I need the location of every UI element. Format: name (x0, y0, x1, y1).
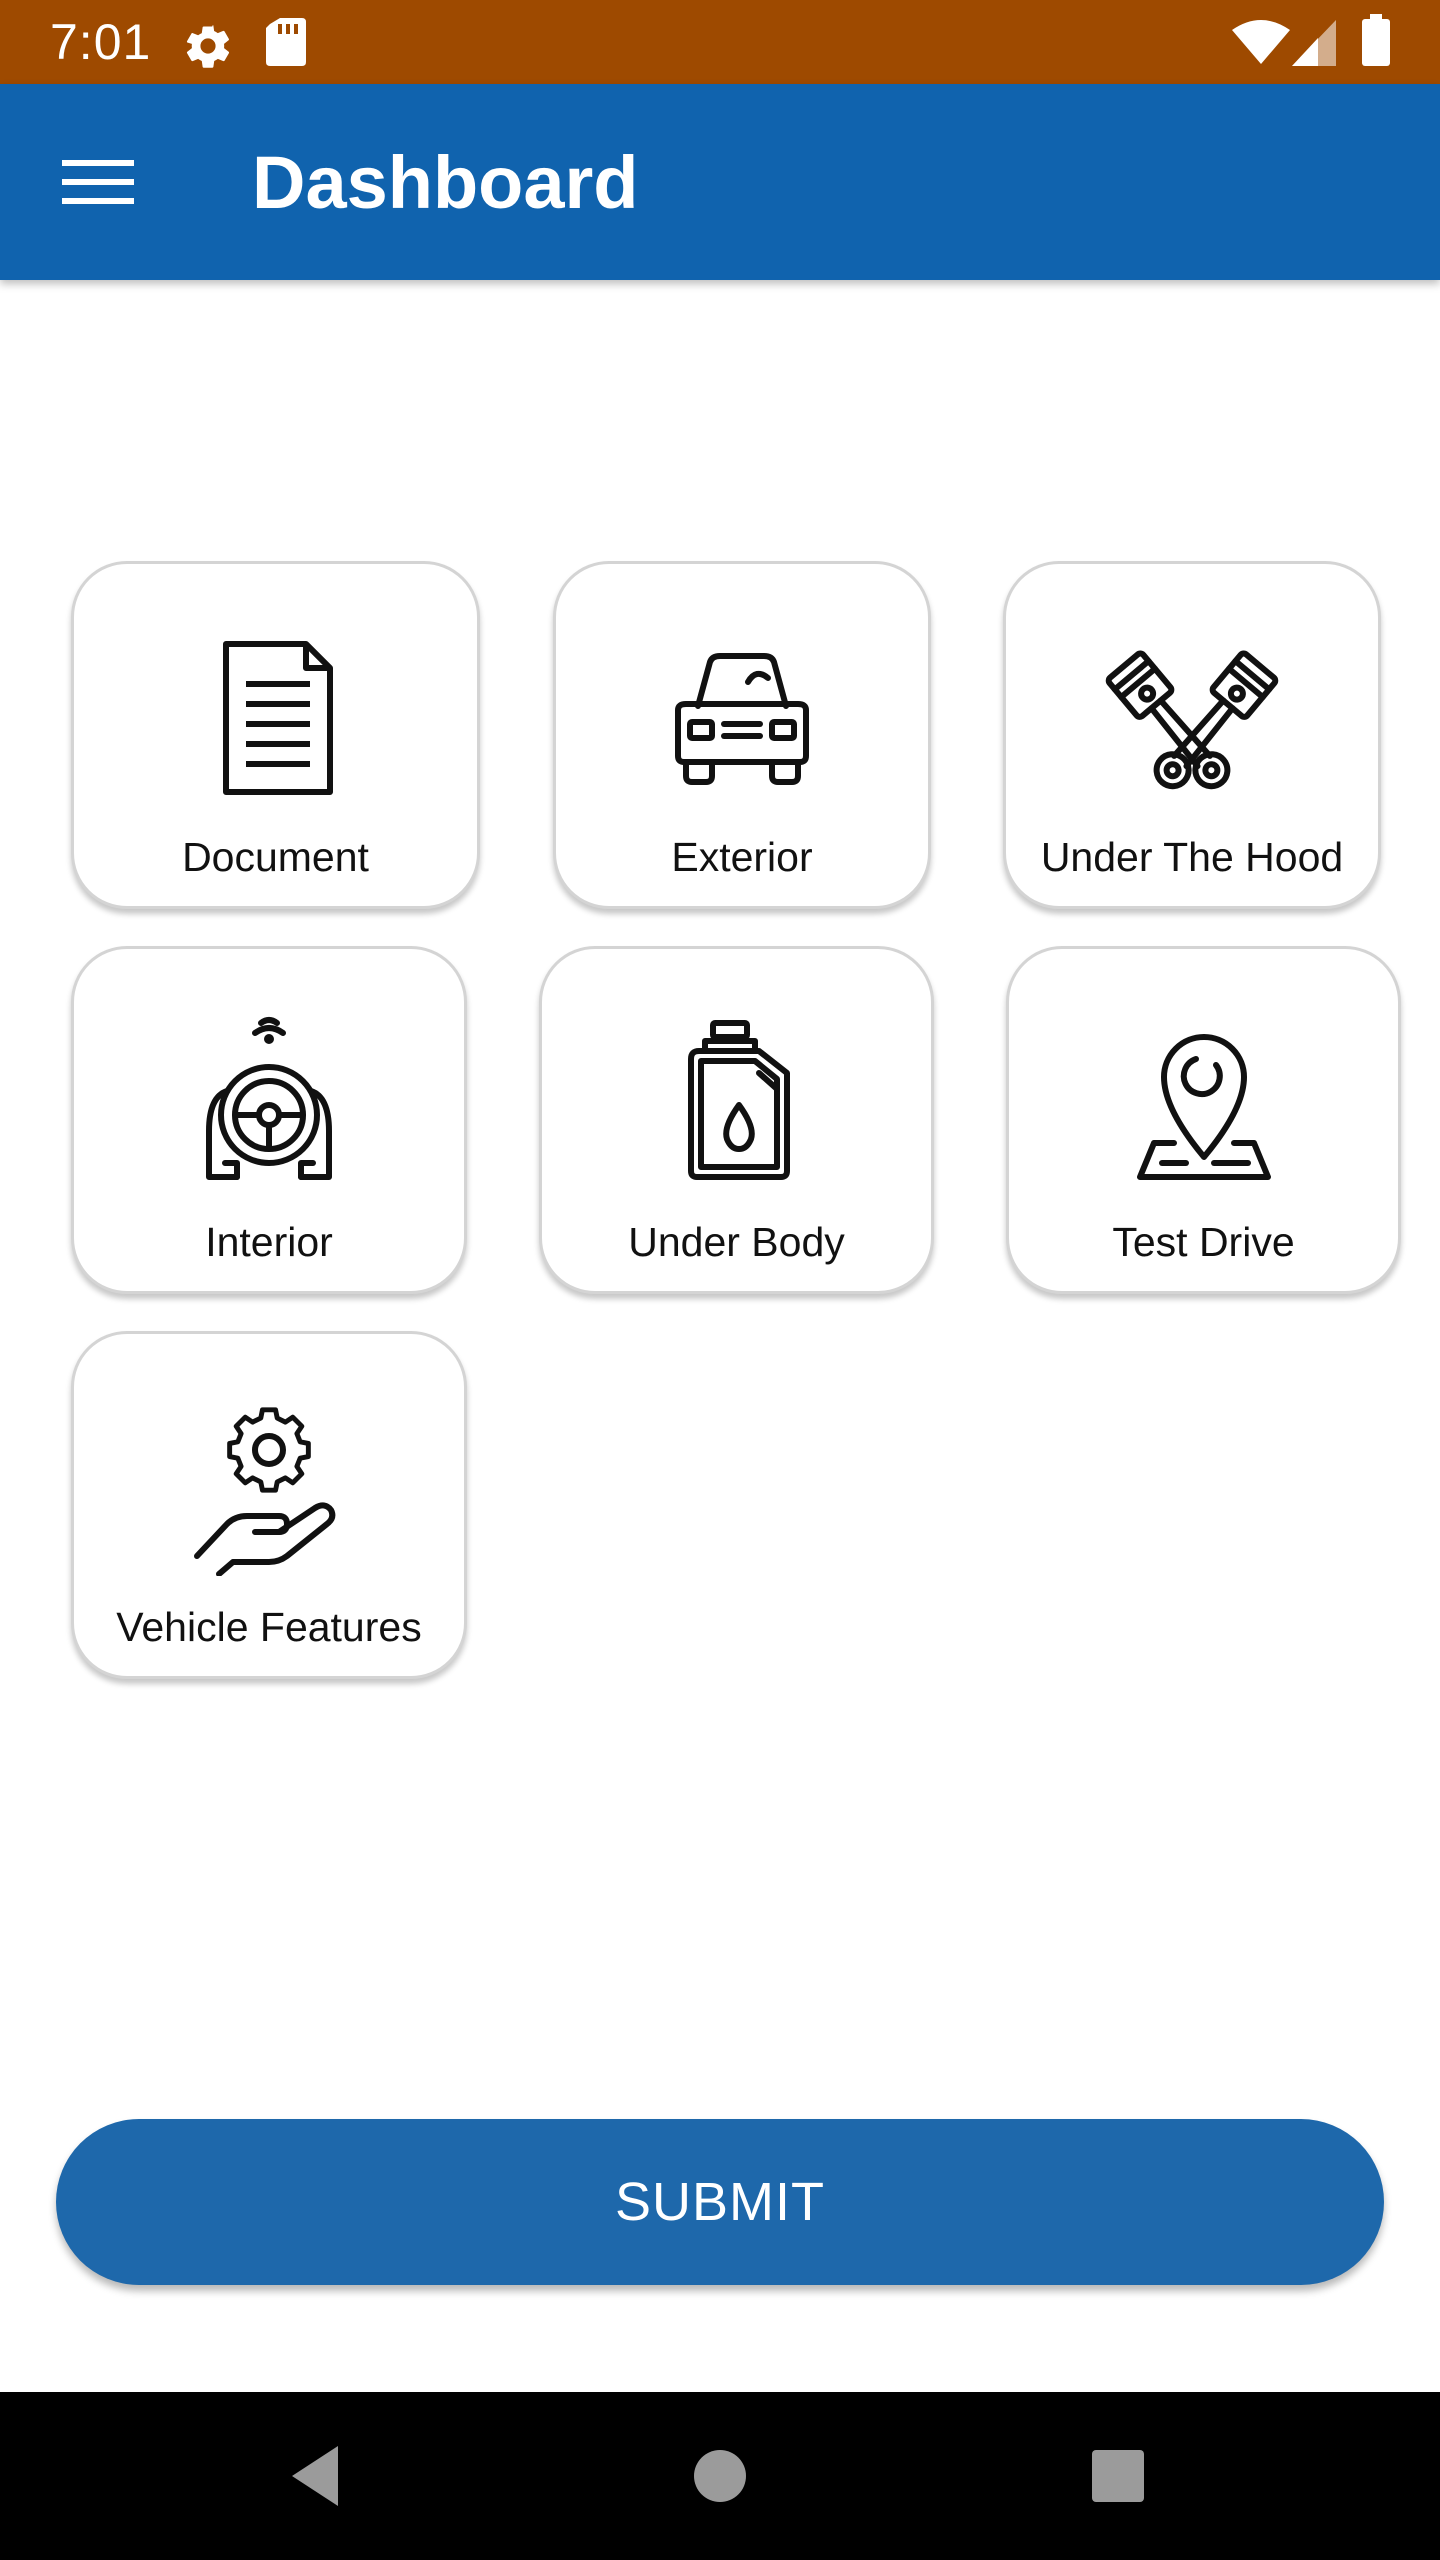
pistons-icon (1105, 650, 1279, 790)
recents-icon[interactable] (1078, 2436, 1158, 2516)
gear-icon (186, 25, 230, 68)
tile-under-body[interactable]: Under Body (539, 946, 934, 1294)
tile-document[interactable]: Document (71, 561, 480, 909)
tile-label: Exterior (671, 834, 813, 880)
submit-button[interactable]: SUBMIT (56, 2119, 1384, 2285)
steering-wheel-icon (206, 1017, 332, 1180)
tile-label: Interior (205, 1219, 333, 1265)
tile-test-drive[interactable]: Test Drive (1006, 946, 1401, 1294)
tile-vehicle-features[interactable]: Vehicle Features (71, 1331, 467, 1679)
car-icon (675, 653, 809, 785)
gear-hand-icon (194, 1407, 336, 1576)
navigation-bar (0, 2392, 1440, 2560)
app-bar: Dashboard (0, 84, 1440, 280)
home-icon[interactable] (680, 2436, 760, 2516)
cell-signal-icon (1292, 20, 1336, 66)
map-pin-icon (1136, 1034, 1271, 1180)
tile-label: Under The Hood (1040, 834, 1344, 880)
hamburger-menu-button[interactable] (40, 134, 156, 230)
sd-card-icon (266, 18, 306, 66)
tile-under-the-hood[interactable]: Under The Hood (1003, 561, 1381, 909)
back-icon[interactable] (278, 2436, 358, 2516)
tile-label: Vehicle Features (116, 1604, 422, 1650)
wifi-icon (1232, 20, 1290, 64)
oil-can-icon (687, 1020, 790, 1180)
tile-label: Under Body (628, 1219, 845, 1265)
page-title: Dashboard (252, 141, 639, 224)
status-time: 7:01 (50, 14, 152, 70)
tile-interior[interactable]: Interior (71, 946, 467, 1294)
tile-exterior[interactable]: Exterior (553, 561, 931, 909)
screen: 7:01 Dashboard Document Exterior Under T… (0, 0, 1440, 2560)
status-bar: 7:01 (0, 0, 1440, 84)
document-icon (222, 641, 333, 795)
tile-label: Document (182, 834, 369, 880)
battery-icon (1362, 14, 1390, 66)
tile-label: Test Drive (1112, 1219, 1295, 1265)
hamburger-menu-icon (62, 160, 134, 204)
